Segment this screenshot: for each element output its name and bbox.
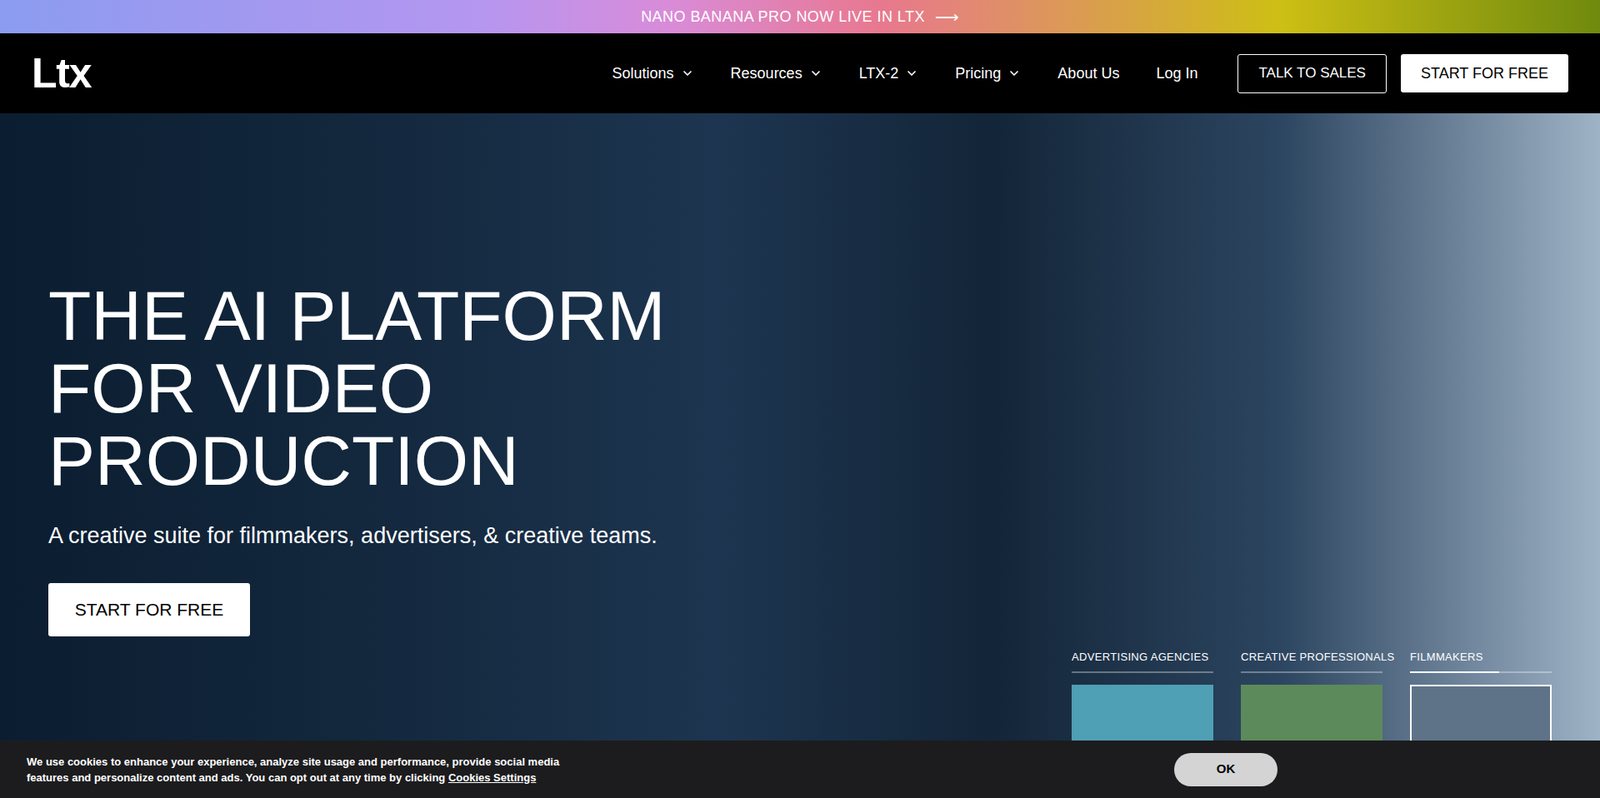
- page: NANO BANANA PRO NOW LIVE IN LTX ⟶ Ltx Solut…: [0, 0, 1600, 798]
- promo-text: NANO BANANA PRO NOW LIVE IN LTX: [640, 5, 925, 29]
- cookie-settings-link[interactable]: Cookies Settings: [448, 771, 536, 785]
- tab-label: FILMMAKERS: [1410, 649, 1552, 666]
- nav-item[interactable]: About Us: [1057, 62, 1120, 85]
- tab-progress-fill: [1410, 671, 1500, 674]
- tab-label: ADVERTISING AGENCIES: [1071, 649, 1214, 666]
- promo-banner[interactable]: NANO BANANA PRO NOW LIVE IN LTX ⟶: [0, 0, 1600, 34]
- arrow-icon: ⟶: [935, 4, 960, 30]
- nav-button[interactable]: TALK TO SALES: [1237, 54, 1387, 94]
- nav-item[interactable]: Log In: [1155, 62, 1198, 85]
- tab-progress: [1240, 671, 1383, 674]
- tab-label: CREATIVE PROFESSIONALS: [1240, 649, 1383, 666]
- nav-item[interactable]: LTX-2: [859, 62, 920, 85]
- hero: THE AI PLATFORMFOR VIDEOPRODUCTION A crea…: [0, 113, 1600, 798]
- cookie-banner: We use cookies to enhance your experienc…: [0, 740, 1600, 798]
- chevron-down-icon: [680, 66, 695, 80]
- hero-title: THE AI PLATFORMFOR VIDEOPRODUCTION: [48, 280, 666, 498]
- hero-subtitle: A creative suite for filmmakers, adverti…: [48, 519, 666, 554]
- nav-item[interactable]: Solutions: [612, 62, 695, 85]
- tab-progress: [1410, 671, 1552, 674]
- nav-item[interactable]: Resources: [730, 62, 823, 85]
- nav-item[interactable]: Pricing: [955, 62, 1021, 85]
- nav-button[interactable]: START FOR FREE: [1400, 54, 1569, 93]
- chevron-down-icon: [809, 66, 823, 80]
- chevron-down-icon: [1007, 66, 1021, 80]
- hero-content: THE AI PLATFORMFOR VIDEOPRODUCTION A crea…: [48, 113, 666, 798]
- navbar: Ltx Solutions Resources LTX-2 Pricing About U…: [0, 33, 1600, 114]
- nav-menu: Solutions Resources LTX-2 Pricing About Us Lo…: [612, 54, 1569, 94]
- tab-progress: [1071, 671, 1214, 674]
- chevron-down-icon: [905, 66, 919, 80]
- cookie-ok-button[interactable]: OK: [1174, 753, 1278, 787]
- cookie-text: We use cookies to enhance your experienc…: [26, 754, 577, 786]
- cta-button[interactable]: START FOR FREE: [48, 583, 250, 637]
- logo[interactable]: Ltx: [31, 52, 91, 95]
